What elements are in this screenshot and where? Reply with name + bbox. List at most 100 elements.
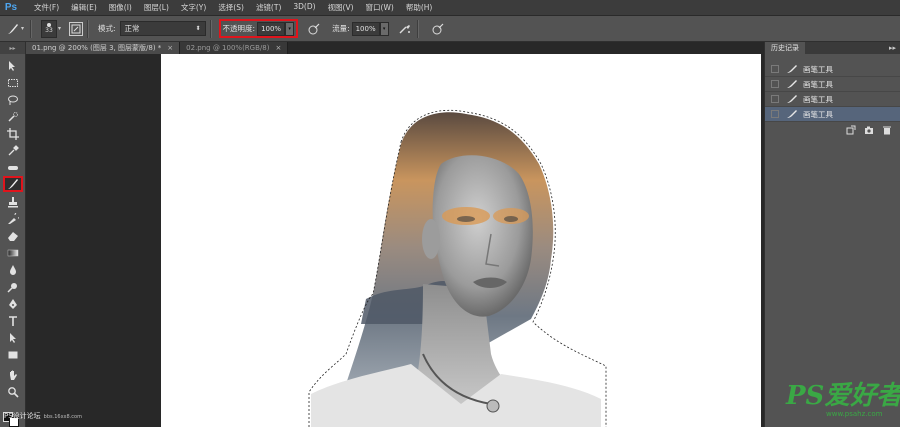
tool-blur[interactable] (3, 262, 23, 278)
menu-window[interactable]: 窗口(W) (360, 2, 400, 13)
divider (209, 19, 211, 38)
history-source-checkbox[interactable] (771, 110, 779, 118)
tool-brush[interactable] (3, 176, 23, 192)
quick-select-icon (8, 112, 18, 122)
opacity-label: 不透明度: (222, 24, 256, 33)
move-icon (9, 61, 15, 71)
collapse-icon[interactable]: ▸▸ (889, 44, 896, 52)
history-step-label: 画笔工具 (803, 94, 833, 104)
tool-type[interactable] (3, 313, 23, 329)
zoom-icon (8, 387, 19, 398)
forum-watermark-url: bbs.16xx8.com (43, 414, 82, 420)
tool-path-select[interactable] (3, 330, 23, 346)
delete-state-button[interactable] (882, 125, 892, 135)
tool-gradient[interactable] (3, 245, 23, 261)
tool-move[interactable] (3, 58, 23, 74)
close-icon[interactable]: × (167, 44, 173, 52)
forum-watermark-text: PS设计论坛 (4, 412, 41, 420)
brush-icon (785, 64, 799, 74)
tool-rectangle[interactable] (3, 347, 23, 363)
eyedropper-icon (8, 145, 19, 156)
toolbar-collapse-icon[interactable]: ▸▸ (0, 42, 25, 54)
list-item[interactable]: 画笔工具 (765, 107, 900, 122)
dodge-icon (7, 283, 17, 293)
hand-icon (10, 370, 17, 380)
opacity-slider-button[interactable]: ▾ (285, 21, 295, 36)
flow-input[interactable]: 100% (351, 21, 380, 36)
chevron-down-icon[interactable]: ▾ (58, 25, 61, 32)
tool-lasso[interactable] (3, 92, 23, 108)
history-source-checkbox[interactable] (771, 65, 779, 73)
pen-icon (9, 299, 17, 309)
opacity-pressure-button[interactable] (306, 21, 322, 37)
menu-layer[interactable]: 图层(L) (138, 2, 175, 13)
tab-history[interactable]: 历史记录 (765, 42, 805, 54)
menu-3d[interactable]: 3D(D) (287, 2, 321, 13)
mode-value: 正常 (124, 24, 140, 33)
options-bar: ▾ 33 ▾ 模式: 正常 ⬍ 不透明度: 100% ▾ 流量: 100% ▾ (0, 16, 900, 42)
flow-slider-button[interactable]: ▾ (379, 21, 389, 36)
ear-shape (422, 219, 440, 259)
history-source-checkbox[interactable] (771, 80, 779, 88)
list-item[interactable]: 画笔工具 (765, 92, 900, 107)
panel-tab-bar: 历史记录 ▸▸ (765, 42, 900, 54)
opacity-input[interactable]: 100% (257, 21, 286, 36)
tool-zoom[interactable] (3, 384, 23, 400)
tool-quick-select[interactable] (3, 109, 23, 125)
brush-preset-picker[interactable]: 33 (41, 19, 57, 38)
tool-preset-picker[interactable]: ▾ (4, 20, 26, 38)
site-watermark-text: PS爱好者 (786, 381, 900, 411)
menu-view[interactable]: 视图(V) (322, 2, 360, 13)
airbrush-button[interactable] (397, 21, 413, 37)
pressure-pen-icon (432, 23, 444, 34)
tool-pen[interactable] (3, 296, 23, 312)
tool-clone-stamp[interactable] (3, 194, 23, 210)
tab-document-02[interactable]: 02.png @ 100%(RGB/8) × (180, 42, 289, 54)
menu-help[interactable]: 帮助(H) (400, 2, 439, 13)
tool-dodge[interactable] (3, 279, 23, 295)
tool-crop[interactable] (3, 126, 23, 142)
tab-label: 01.png @ 200% (图层 3, 图层蒙版/8) * (32, 44, 162, 52)
mode-select[interactable]: 正常 ⬍ (119, 21, 206, 36)
rectangle-icon (8, 351, 18, 359)
type-icon (9, 316, 17, 326)
menu-select[interactable]: 选择(S) (212, 2, 250, 13)
history-panel-footer (765, 122, 900, 138)
menu-filter[interactable]: 滤镜(T) (250, 2, 287, 13)
history-source-checkbox[interactable] (771, 95, 779, 103)
list-item[interactable]: 画笔工具 (765, 62, 900, 77)
tool-healing-brush[interactable] (3, 160, 23, 176)
menu-type[interactable]: 文字(Y) (175, 2, 212, 13)
tools-panel: ▸▸ (0, 42, 26, 427)
brush-size-value: 33 (45, 27, 53, 34)
menu-file[interactable]: 文件(F) (28, 2, 65, 13)
document-tabs: 01.png @ 200% (图层 3, 图层蒙版/8) * × 02.png … (26, 42, 764, 54)
close-icon[interactable]: × (275, 44, 281, 52)
brush-icon (785, 94, 799, 104)
tool-history-brush[interactable] (3, 211, 23, 227)
new-snapshot-button[interactable] (864, 125, 874, 135)
tool-marquee[interactable] (3, 75, 23, 91)
airbrush-icon (399, 24, 410, 33)
tool-eyedropper[interactable] (3, 143, 23, 159)
document-canvas[interactable] (161, 54, 761, 427)
tool-eraser[interactable] (3, 228, 23, 244)
list-item[interactable]: 画笔工具 (765, 77, 900, 92)
trash-icon (883, 126, 891, 135)
brush-icon (7, 23, 18, 34)
droplet-icon (10, 265, 16, 275)
tab-document-01[interactable]: 01.png @ 200% (图层 3, 图层蒙版/8) * × (26, 42, 181, 54)
history-step-label: 画笔工具 (803, 79, 833, 89)
tool-hand[interactable] (3, 367, 23, 383)
history-step-label: 画笔工具 (803, 109, 833, 119)
canvas-image (308, 109, 607, 427)
brush-icon (785, 109, 799, 119)
toggle-brush-panel-button[interactable] (69, 21, 84, 36)
new-document-from-state-button[interactable] (846, 125, 856, 135)
forum-watermark: PS设计论坛 bbs.16xx8.com (4, 411, 82, 421)
menu-edit[interactable]: 编辑(E) (65, 2, 103, 13)
updown-icon: ⬍ (195, 25, 201, 32)
canvas-workspace[interactable] (26, 54, 764, 427)
size-pressure-button[interactable] (430, 21, 446, 37)
menu-image[interactable]: 图像(I) (103, 2, 138, 13)
